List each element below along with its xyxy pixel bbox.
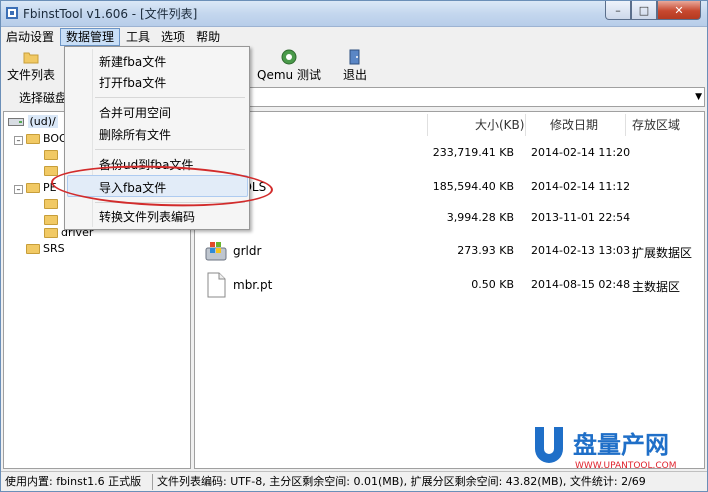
file-name: grldr	[233, 244, 262, 258]
column-divider	[525, 114, 526, 136]
menu-item-convert-encoding[interactable]: 转换文件列表编码	[99, 208, 195, 225]
column-header-size[interactable]: 大小(KB)	[475, 114, 524, 136]
qemu-icon	[281, 49, 297, 65]
file-size: 185,594.40 KB	[432, 180, 514, 193]
menu-help[interactable]: 帮助	[191, 28, 225, 46]
tree-item-label: SRS	[43, 242, 65, 255]
menu-item-new-fba[interactable]: 新建fba文件	[99, 53, 166, 70]
tree-item-folder[interactable]	[44, 196, 61, 212]
tree-item-boo[interactable]: BOO	[26, 131, 68, 147]
tree-root[interactable]: (ud)/	[8, 114, 58, 130]
expander-pe[interactable]: –	[14, 185, 23, 194]
watermark-u-icon: 盘量产网 WWW.UPANTOOL.COM	[535, 427, 677, 471]
menu-gutter	[92, 49, 93, 227]
folder-icon	[44, 228, 58, 238]
file-size: 3,994.28 KB	[446, 211, 514, 224]
column-header-date[interactable]: 修改日期	[550, 114, 598, 136]
menu-data-management[interactable]: 数据管理	[60, 28, 121, 46]
status-builtin: 使用内置: fbinst1.6 正式版	[5, 475, 142, 488]
expander-boo[interactable]: –	[14, 136, 23, 145]
file-date: 2014-08-15 02:48	[531, 278, 631, 291]
file-date: 2014-02-14 11:12	[531, 180, 631, 193]
watermark-brand: 盘量产网	[573, 431, 669, 459]
title-bar: FbinstTool v1.606 - [文件列表] – □ ✕	[1, 1, 707, 27]
maximize-button[interactable]: □	[631, 1, 657, 20]
table-row[interactable]: mbr.pt 0.50 KB 2014-08-15 02:48 主数据区	[195, 270, 704, 300]
app-window: FbinstTool v1.606 - [文件列表] – □ ✕ 启动设置 数据…	[0, 0, 708, 492]
menu-bar: 启动设置 数据管理 工具 选项 帮助	[1, 27, 707, 47]
qemu-label: Qemu 测试	[257, 68, 321, 82]
chevron-down-icon[interactable]: ▼	[695, 92, 702, 102]
file-list-button[interactable]: 文件列表	[7, 49, 55, 83]
drive-icon	[8, 118, 24, 126]
file-date: 2014-02-13 13:03	[531, 244, 631, 257]
file-size: 0.50 KB	[471, 278, 514, 291]
window-controls: – □ ✕	[605, 1, 701, 21]
file-list-label: 文件列表	[7, 68, 56, 82]
table-row[interactable]: 3,994.28 KB 2013-11-01 22:54	[195, 203, 704, 233]
table-row[interactable]: DT 233,719.41 KB 2014-02-14 11:20	[195, 138, 704, 168]
blank-file-icon	[207, 272, 226, 298]
menu-separator	[95, 149, 245, 150]
menu-options[interactable]: 选项	[156, 28, 190, 46]
status-bar: 使用内置: fbinst1.6 正式版 文件列表编码: UTF-8, 主分区剩余…	[1, 471, 707, 491]
folder-icon	[26, 134, 40, 144]
status-info: 文件列表编码: UTF-8, 主分区剩余空间: 0.01(MB), 扩展分区剩余…	[157, 475, 646, 488]
menu-item-merge-space[interactable]: 合并可用空间	[99, 104, 171, 121]
minimize-button[interactable]: –	[605, 1, 631, 20]
menu-separator	[95, 97, 245, 98]
close-button[interactable]: ✕	[657, 1, 701, 20]
file-name: mbr.pt	[233, 278, 273, 292]
menu-item-delete-all[interactable]: 删除所有文件	[99, 126, 171, 143]
column-divider	[427, 114, 428, 136]
table-row[interactable]: grldr 273.93 KB 2014-02-13 13:03 扩展数据区	[195, 236, 704, 266]
exit-door-icon	[349, 49, 360, 65]
menu-tools[interactable]: 工具	[121, 28, 155, 46]
file-area: 主数据区	[632, 280, 681, 294]
windows-app-icon	[205, 242, 227, 261]
file-list: 大小(KB) 修改日期 存放区域 DT 233,719.41 KB 2014-0…	[194, 111, 705, 469]
drive-select[interactable]: ▼	[249, 87, 705, 107]
status-divider	[152, 474, 153, 490]
qemu-test-button[interactable]: Qemu 测试	[257, 49, 321, 83]
folder-icon	[26, 183, 40, 193]
menu-item-open-fba[interactable]: 打开fba文件	[99, 74, 166, 91]
file-date: 2013-11-01 22:54	[531, 211, 631, 224]
watermark-url: WWW.UPANTOOL.COM	[575, 461, 677, 471]
file-date: 2014-02-14 11:20	[531, 146, 631, 159]
tree-item-folder[interactable]	[44, 147, 61, 163]
folder-icon	[44, 199, 58, 209]
exit-button[interactable]: 退出	[343, 49, 367, 83]
folder-icon	[26, 244, 40, 254]
column-divider	[625, 114, 626, 136]
menu-boot-settings[interactable]: 启动设置	[1, 28, 59, 46]
tree-root-label: (ud)/	[27, 115, 58, 128]
file-area: 扩展数据区	[632, 246, 693, 260]
drive-label: 选择磁盘	[19, 91, 68, 105]
file-size: 233,719.41 KB	[432, 146, 514, 159]
column-header-area[interactable]: 存放区域	[632, 114, 680, 136]
tree-item-srs[interactable]: SRS	[26, 241, 65, 257]
exit-label: 退出	[343, 68, 368, 82]
watermark-logo: 盘量产网 WWW.UPANTOOL.COM	[531, 425, 703, 471]
file-size: 273.93 KB	[457, 244, 514, 257]
app-icon	[6, 7, 18, 19]
folder-icon	[44, 150, 58, 160]
window-title: FbinstTool v1.606 - [文件列表]	[23, 7, 198, 21]
folder-open-icon	[23, 52, 39, 64]
folder-icon	[44, 166, 58, 176]
folder-icon	[44, 215, 58, 225]
